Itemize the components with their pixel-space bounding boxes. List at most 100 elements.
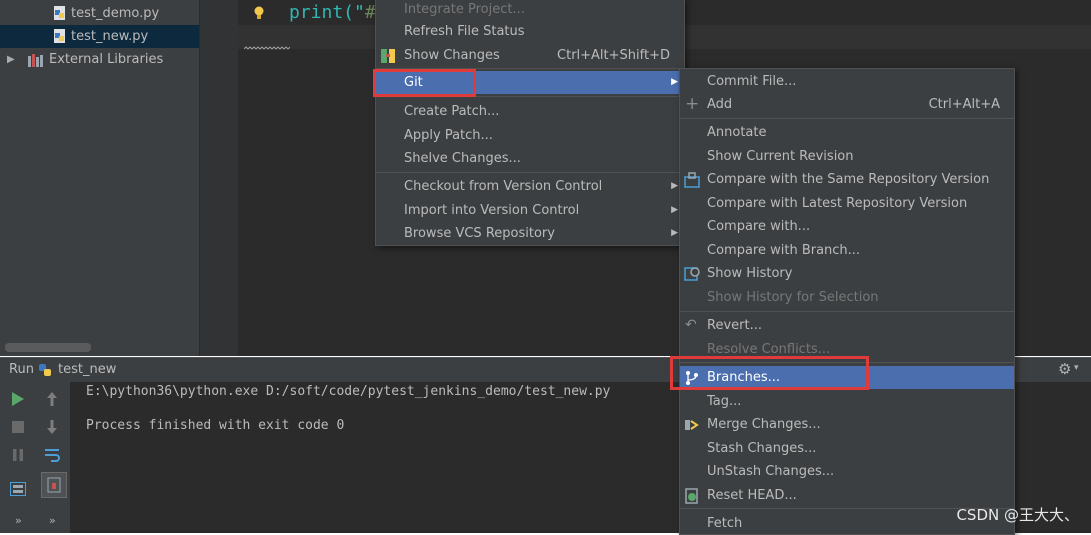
submenu-arrow-icon: ▶ [671, 77, 678, 87]
tree-item-test-demo[interactable]: test_demo.py [0, 2, 199, 25]
rerun-icon[interactable] [7, 388, 29, 410]
menu-item-browse-vcs[interactable]: Browse VCS Repository ▶ [376, 222, 684, 245]
menu-item-show-changes[interactable]: Show Changes Ctrl+Alt+Shift+D [376, 44, 684, 67]
menu-item-import-vcs[interactable]: Import into Version Control ▶ [376, 199, 684, 222]
project-tool-window: test_demo.py test_new.py ▶ External Libr… [0, 0, 200, 356]
dropdown-arrow-icon[interactable]: ▾ [1074, 363, 1079, 373]
horizontal-scrollbar[interactable] [5, 343, 91, 352]
menu-item-label: Tag... [707, 394, 742, 409]
watermark: CSDN @王大大、 [956, 506, 1079, 524]
tree-item-external-libraries[interactable]: ▶ External Libraries [0, 48, 199, 71]
menu-item-compare-with[interactable]: Compare with... [680, 215, 1014, 238]
plus-icon: + [685, 94, 700, 114]
highlight-box-branches [670, 356, 869, 390]
menu-item-show-history-selection[interactable]: Show History for Selection [680, 286, 1014, 309]
code-line[interactable]: print("# [289, 2, 376, 23]
more-actions-icon[interactable]: » [49, 514, 56, 527]
submenu-arrow-icon: ▶ [671, 181, 678, 191]
menu-item-integrate-project[interactable]: Integrate Project... [376, 0, 684, 21]
compare-icon [684, 172, 700, 188]
menu-item-label: Show History [707, 266, 793, 281]
menu-item-label: Compare with the Same Repository Version [707, 172, 990, 187]
python-run-config-icon [39, 364, 51, 376]
tree-item-label: External Libraries [49, 52, 164, 67]
menu-item-label: Show History for Selection [707, 290, 879, 305]
python-file-icon [54, 29, 65, 43]
console-output[interactable]: E:\python36\python.exe D:/soft/code/pyte… [86, 383, 610, 434]
menu-item-label: Fetch [707, 516, 743, 531]
merge-icon [685, 420, 699, 430]
console-line: Process finished with exit code 0 [86, 418, 345, 433]
menu-separator [680, 118, 1014, 119]
menu-item-label: Stash Changes... [707, 441, 817, 456]
menu-item-label: Show Current Revision [707, 149, 854, 164]
restore-layout-icon[interactable] [7, 478, 29, 500]
run-config-tab[interactable]: test_new [58, 362, 116, 377]
run-toolbar: » » [0, 382, 71, 533]
context-menu: Integrate Project... Refresh File Status… [375, 0, 685, 246]
menu-item-label: Show Changes [404, 48, 500, 63]
menu-item-commit-file[interactable]: Commit File... [680, 70, 1014, 93]
pause-icon[interactable] [7, 444, 29, 466]
scroll-down-icon[interactable] [41, 416, 63, 438]
menu-item-show-current-revision[interactable]: Show Current Revision [680, 145, 1014, 168]
gear-icon[interactable]: ⚙ [1058, 360, 1071, 378]
reset-icon [685, 488, 698, 504]
revert-icon: ↶ [685, 317, 697, 333]
diff-icon [381, 49, 395, 63]
menu-item-label: Checkout from Version Control [404, 179, 603, 194]
library-icon [28, 54, 43, 67]
submenu-arrow-icon: ▶ [671, 228, 678, 238]
menu-item-annotate[interactable]: Annotate [680, 121, 1014, 144]
menu-item-merge-changes[interactable]: Merge Changes... [680, 413, 1014, 436]
menu-item-checkout-vcs[interactable]: Checkout from Version Control ▶ [376, 175, 684, 198]
menu-item-stash-changes[interactable]: Stash Changes... [680, 437, 1014, 460]
menu-item-create-patch[interactable]: Create Patch... [376, 100, 684, 123]
menu-item-tag[interactable]: Tag... [680, 390, 1014, 413]
warning-squiggle [244, 46, 290, 50]
menu-item-unstash-changes[interactable]: UnStash Changes... [680, 460, 1014, 483]
scroll-up-icon[interactable] [41, 388, 63, 410]
menu-separator [680, 311, 1014, 312]
menu-item-apply-patch[interactable]: Apply Patch... [376, 124, 684, 147]
highlight-box-git [373, 69, 476, 97]
menu-item-refresh-file-status[interactable]: Refresh File Status [376, 20, 684, 43]
menu-item-show-history[interactable]: Show History [680, 262, 1014, 285]
menu-item-label: Import into Version Control [404, 203, 580, 218]
menu-item-label: UnStash Changes... [707, 464, 835, 479]
menu-item-compare-with-branch[interactable]: Compare with Branch... [680, 239, 1014, 262]
menu-separator [376, 172, 684, 173]
menu-item-label: Annotate [707, 125, 767, 140]
menu-item-label: Revert... [707, 318, 762, 333]
python-file-icon [54, 6, 65, 20]
run-title: Run [9, 362, 34, 377]
console-line: E:\python36\python.exe D:/soft/code/pyte… [86, 384, 611, 399]
lightbulb-icon[interactable] [253, 6, 265, 20]
menu-item-shortcut: Ctrl+Alt+A [928, 97, 1000, 112]
menu-item-label: Compare with Latest Repository Version [707, 196, 968, 211]
menu-item-label: Apply Patch... [404, 128, 493, 143]
tree-item-test-new[interactable]: test_new.py [0, 25, 199, 48]
history-icon [684, 267, 700, 281]
tree-item-label: test_demo.py [71, 6, 160, 21]
menu-item-revert[interactable]: ↶ Revert... [680, 314, 1014, 337]
menu-item-label: Browse VCS Repository [404, 226, 555, 241]
git-submenu: Commit File... + Add Ctrl+Alt+A Annotate… [679, 68, 1015, 535]
menu-item-shortcut: Ctrl+Alt+Shift+D [557, 48, 670, 63]
menu-item-compare-latest-version[interactable]: Compare with Latest Repository Version [680, 192, 1014, 215]
expand-arrow-icon[interactable]: ▶ [7, 48, 15, 71]
menu-item-add[interactable]: + Add Ctrl+Alt+A [680, 93, 1014, 116]
soft-wrap-icon[interactable] [41, 444, 63, 466]
more-actions-icon[interactable]: » [15, 514, 22, 527]
menu-item-label: Merge Changes... [707, 417, 821, 432]
editor-gutter [200, 0, 238, 356]
menu-item-compare-same-version[interactable]: Compare with the Same Repository Version [680, 168, 1014, 191]
menu-item-label: Commit File... [707, 74, 797, 89]
print-to-file-icon[interactable] [41, 472, 67, 498]
stop-icon[interactable] [7, 416, 29, 438]
menu-item-label: Create Patch... [404, 104, 500, 119]
menu-item-shelve-changes[interactable]: Shelve Changes... [376, 147, 684, 170]
menu-item-label: Reset HEAD... [707, 488, 797, 503]
submenu-arrow-icon: ▶ [671, 205, 678, 215]
